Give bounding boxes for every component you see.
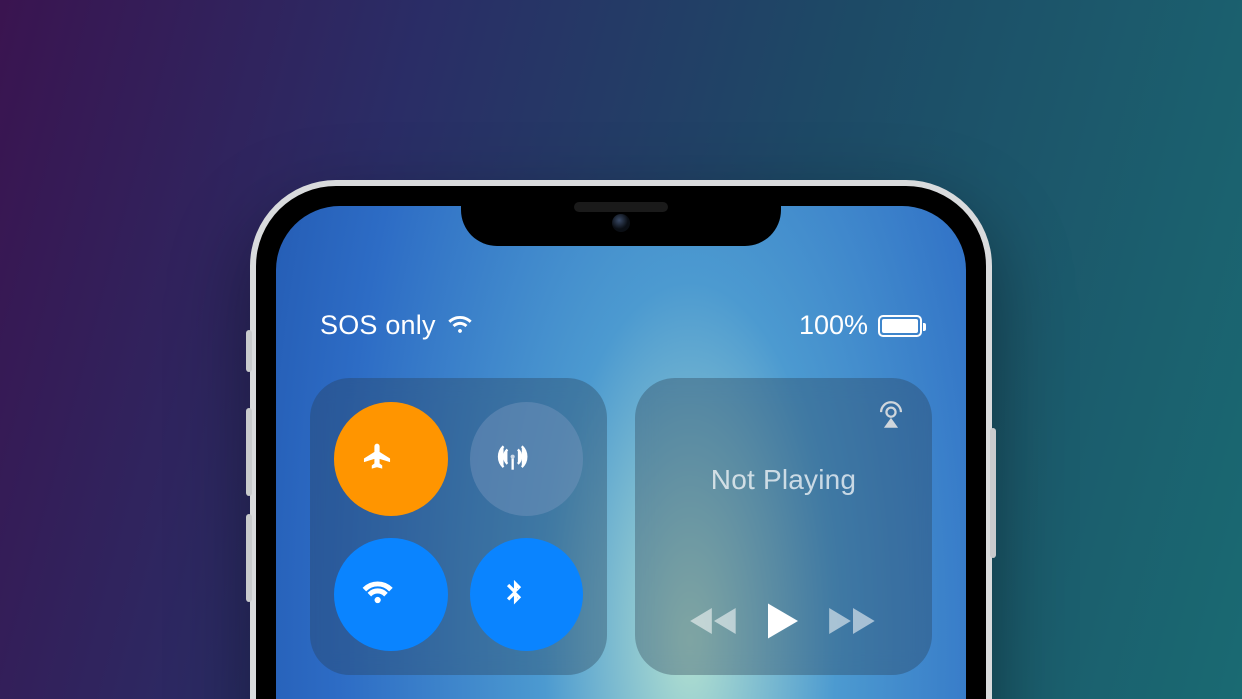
cellular-data-toggle[interactable] <box>470 402 584 516</box>
bezel: SOS only 100% <box>256 186 986 699</box>
wifi-icon <box>362 579 420 609</box>
network-status-text: SOS only <box>320 310 436 341</box>
wifi-toggle[interactable] <box>334 538 448 652</box>
airplane-icon <box>362 441 420 477</box>
media-playback-card[interactable]: Not Playing <box>635 378 932 675</box>
bluetooth-toggle[interactable] <box>470 538 584 652</box>
battery-icon <box>878 315 922 337</box>
airplay-icon[interactable] <box>874 398 908 437</box>
cellular-antenna-icon <box>497 441 555 477</box>
control-center: Not Playing <box>276 378 966 675</box>
front-camera <box>612 214 630 232</box>
phone-frame: SOS only 100% <box>250 180 992 699</box>
speaker-grill <box>574 202 668 212</box>
screen: SOS only 100% <box>276 206 966 699</box>
airplane-mode-toggle[interactable] <box>334 402 448 516</box>
play-button[interactable] <box>765 601 801 641</box>
wifi-status-icon <box>446 312 474 339</box>
power-button <box>990 428 996 558</box>
mute-switch <box>246 330 252 372</box>
now-playing-title: Not Playing <box>711 464 856 496</box>
status-bar: SOS only 100% <box>276 310 966 341</box>
battery-fill <box>882 319 918 333</box>
connectivity-card[interactable] <box>310 378 607 675</box>
fast-forward-button[interactable] <box>827 604 879 638</box>
battery-percent-text: 100% <box>799 310 868 341</box>
bluetooth-icon <box>501 576 551 613</box>
transport-controls <box>659 601 908 647</box>
rewind-button[interactable] <box>688 604 740 638</box>
volume-up <box>246 408 252 496</box>
notch <box>461 186 781 246</box>
volume-down <box>246 514 252 602</box>
